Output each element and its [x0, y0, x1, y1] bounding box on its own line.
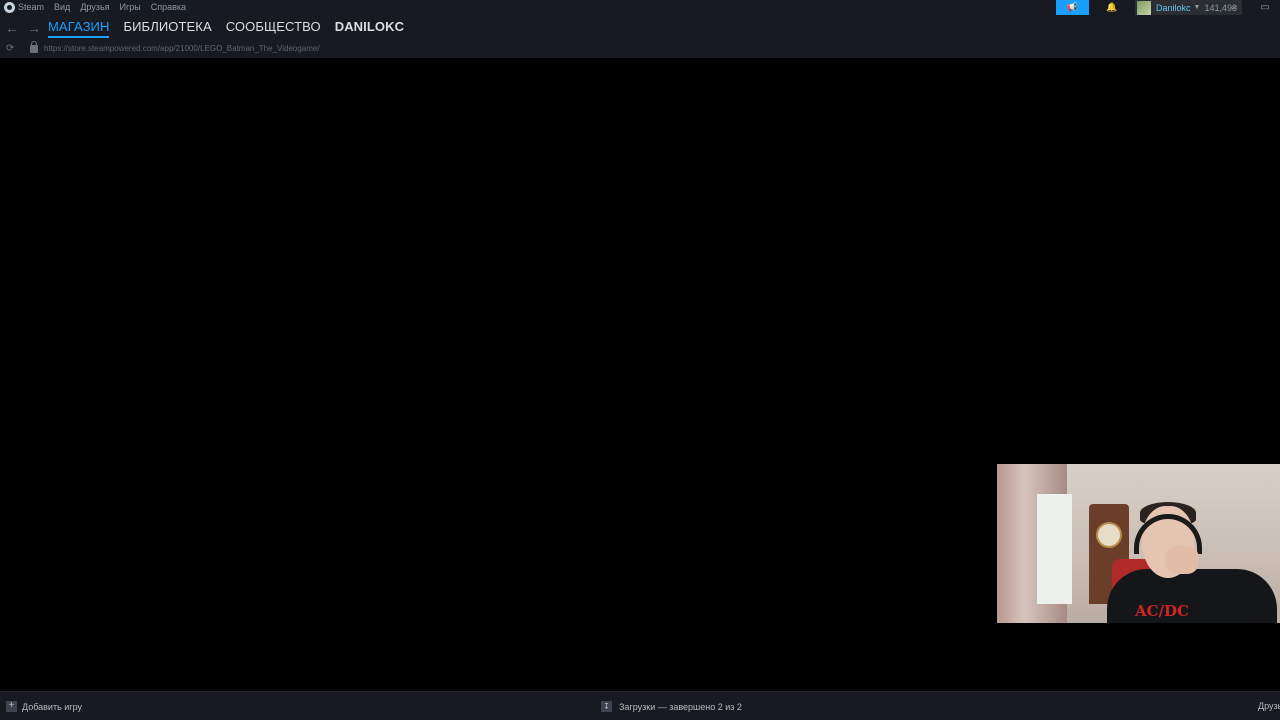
notifications-button[interactable]: 🔔 — [1097, 0, 1127, 15]
friends-chat-button[interactable]: Друзь — [1258, 701, 1280, 711]
history-arrows: ← → — [5, 20, 41, 36]
downloads-label: Загрузки — завершено 2 из 2 — [619, 701, 742, 712]
menu-help[interactable]: Справка — [151, 1, 186, 14]
tab-library[interactable]: БИБЛИОТЕКА — [123, 19, 211, 38]
account-name: Danilokc — [1156, 2, 1191, 13]
title-bar: Steam Вид Друзья Игры Справка 📢 🔔 Danilo… — [0, 0, 1280, 16]
status-bar: + Добавить игру ↧ Загрузки — завершено 2… — [0, 691, 1280, 720]
lock-icon — [30, 40, 38, 53]
tab-store[interactable]: МАГАЗИН — [48, 19, 110, 38]
url-text[interactable]: https://store.steampowered.com/app/21000… — [44, 44, 320, 53]
tab-community[interactable]: СООБЩЕСТВО — [226, 19, 321, 38]
url-row: ⟳ https://store.steampowered.com/app/210… — [6, 40, 320, 54]
downloads-status[interactable]: ↧ Загрузки — завершено 2 из 2 — [601, 701, 742, 712]
menu-friends[interactable]: Друзья — [80, 1, 109, 14]
bell-icon: 🔔 — [1106, 2, 1118, 12]
menu-bar: Steam Вид Друзья Игры Справка — [4, 1, 196, 14]
monitor-icon: ▭ — [1260, 2, 1270, 13]
avatar — [1137, 0, 1151, 15]
add-game-label: Добавить игру — [22, 701, 82, 712]
top-right-controls: 📢 🔔 Danilokc ▼ 141,49₴ ▭ — [1056, 0, 1280, 16]
menu-games[interactable]: Игры — [120, 1, 141, 14]
announcements-button[interactable]: 📢 — [1056, 0, 1089, 16]
main-tabs: МАГАЗИН БИБЛИОТЕКА СООБЩЕСТВО DANILOKC — [48, 19, 418, 38]
webcam-person-body — [1107, 569, 1277, 623]
forward-arrow-icon[interactable]: → — [27, 20, 41, 36]
webcam-overlay: AC/DC — [997, 464, 1280, 623]
menu-view[interactable]: Вид — [54, 1, 70, 14]
add-game-button[interactable]: + Добавить игру — [6, 701, 82, 712]
megaphone-icon: 📢 — [1066, 2, 1079, 12]
navigation-bar: ← → МАГАЗИН БИБЛИОТЕКА СООБЩЕСТВО DANILO… — [0, 15, 1280, 58]
webcam-person-hand — [1165, 546, 1199, 574]
big-picture-button[interactable]: ▭ — [1250, 0, 1280, 15]
back-arrow-icon[interactable]: ← — [5, 20, 19, 36]
webcam-clock-face — [1096, 522, 1122, 548]
menu-steam[interactable]: Steam — [18, 1, 44, 14]
chevron-down-icon: ▼ — [1193, 4, 1201, 11]
tab-profile[interactable]: DANILOKC — [335, 19, 404, 38]
reload-icon[interactable]: ⟳ — [6, 43, 17, 54]
webcam-window — [1037, 494, 1072, 604]
plus-icon: + — [6, 701, 17, 712]
webcam-shirt-logo: AC/DC — [1135, 602, 1190, 620]
download-icon: ↧ — [601, 701, 612, 712]
account-menu[interactable]: Danilokc ▼ 141,49₴ — [1135, 0, 1242, 15]
wallet-balance: 141,49₴ — [1204, 2, 1237, 13]
steam-logo-icon — [4, 2, 15, 13]
